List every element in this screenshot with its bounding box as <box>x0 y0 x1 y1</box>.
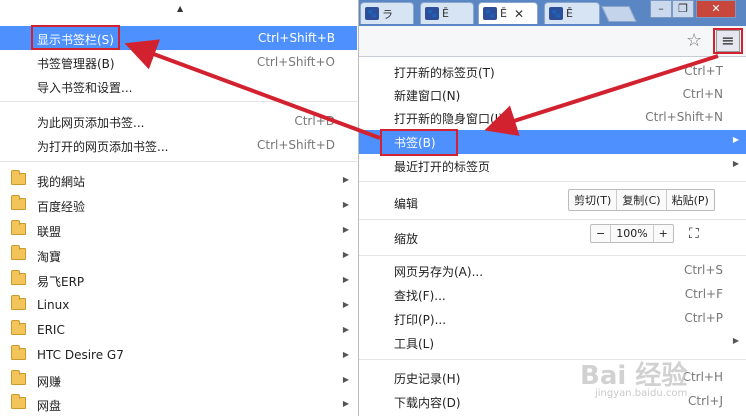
annotation-arrow <box>124 39 381 140</box>
annotation-arrows <box>124 39 719 140</box>
baidu-watermark-logo: Bai 经验 <box>580 361 688 391</box>
annotation-arrow <box>484 54 719 136</box>
watermark-url: jingyan.baidu.com <box>595 388 688 399</box>
